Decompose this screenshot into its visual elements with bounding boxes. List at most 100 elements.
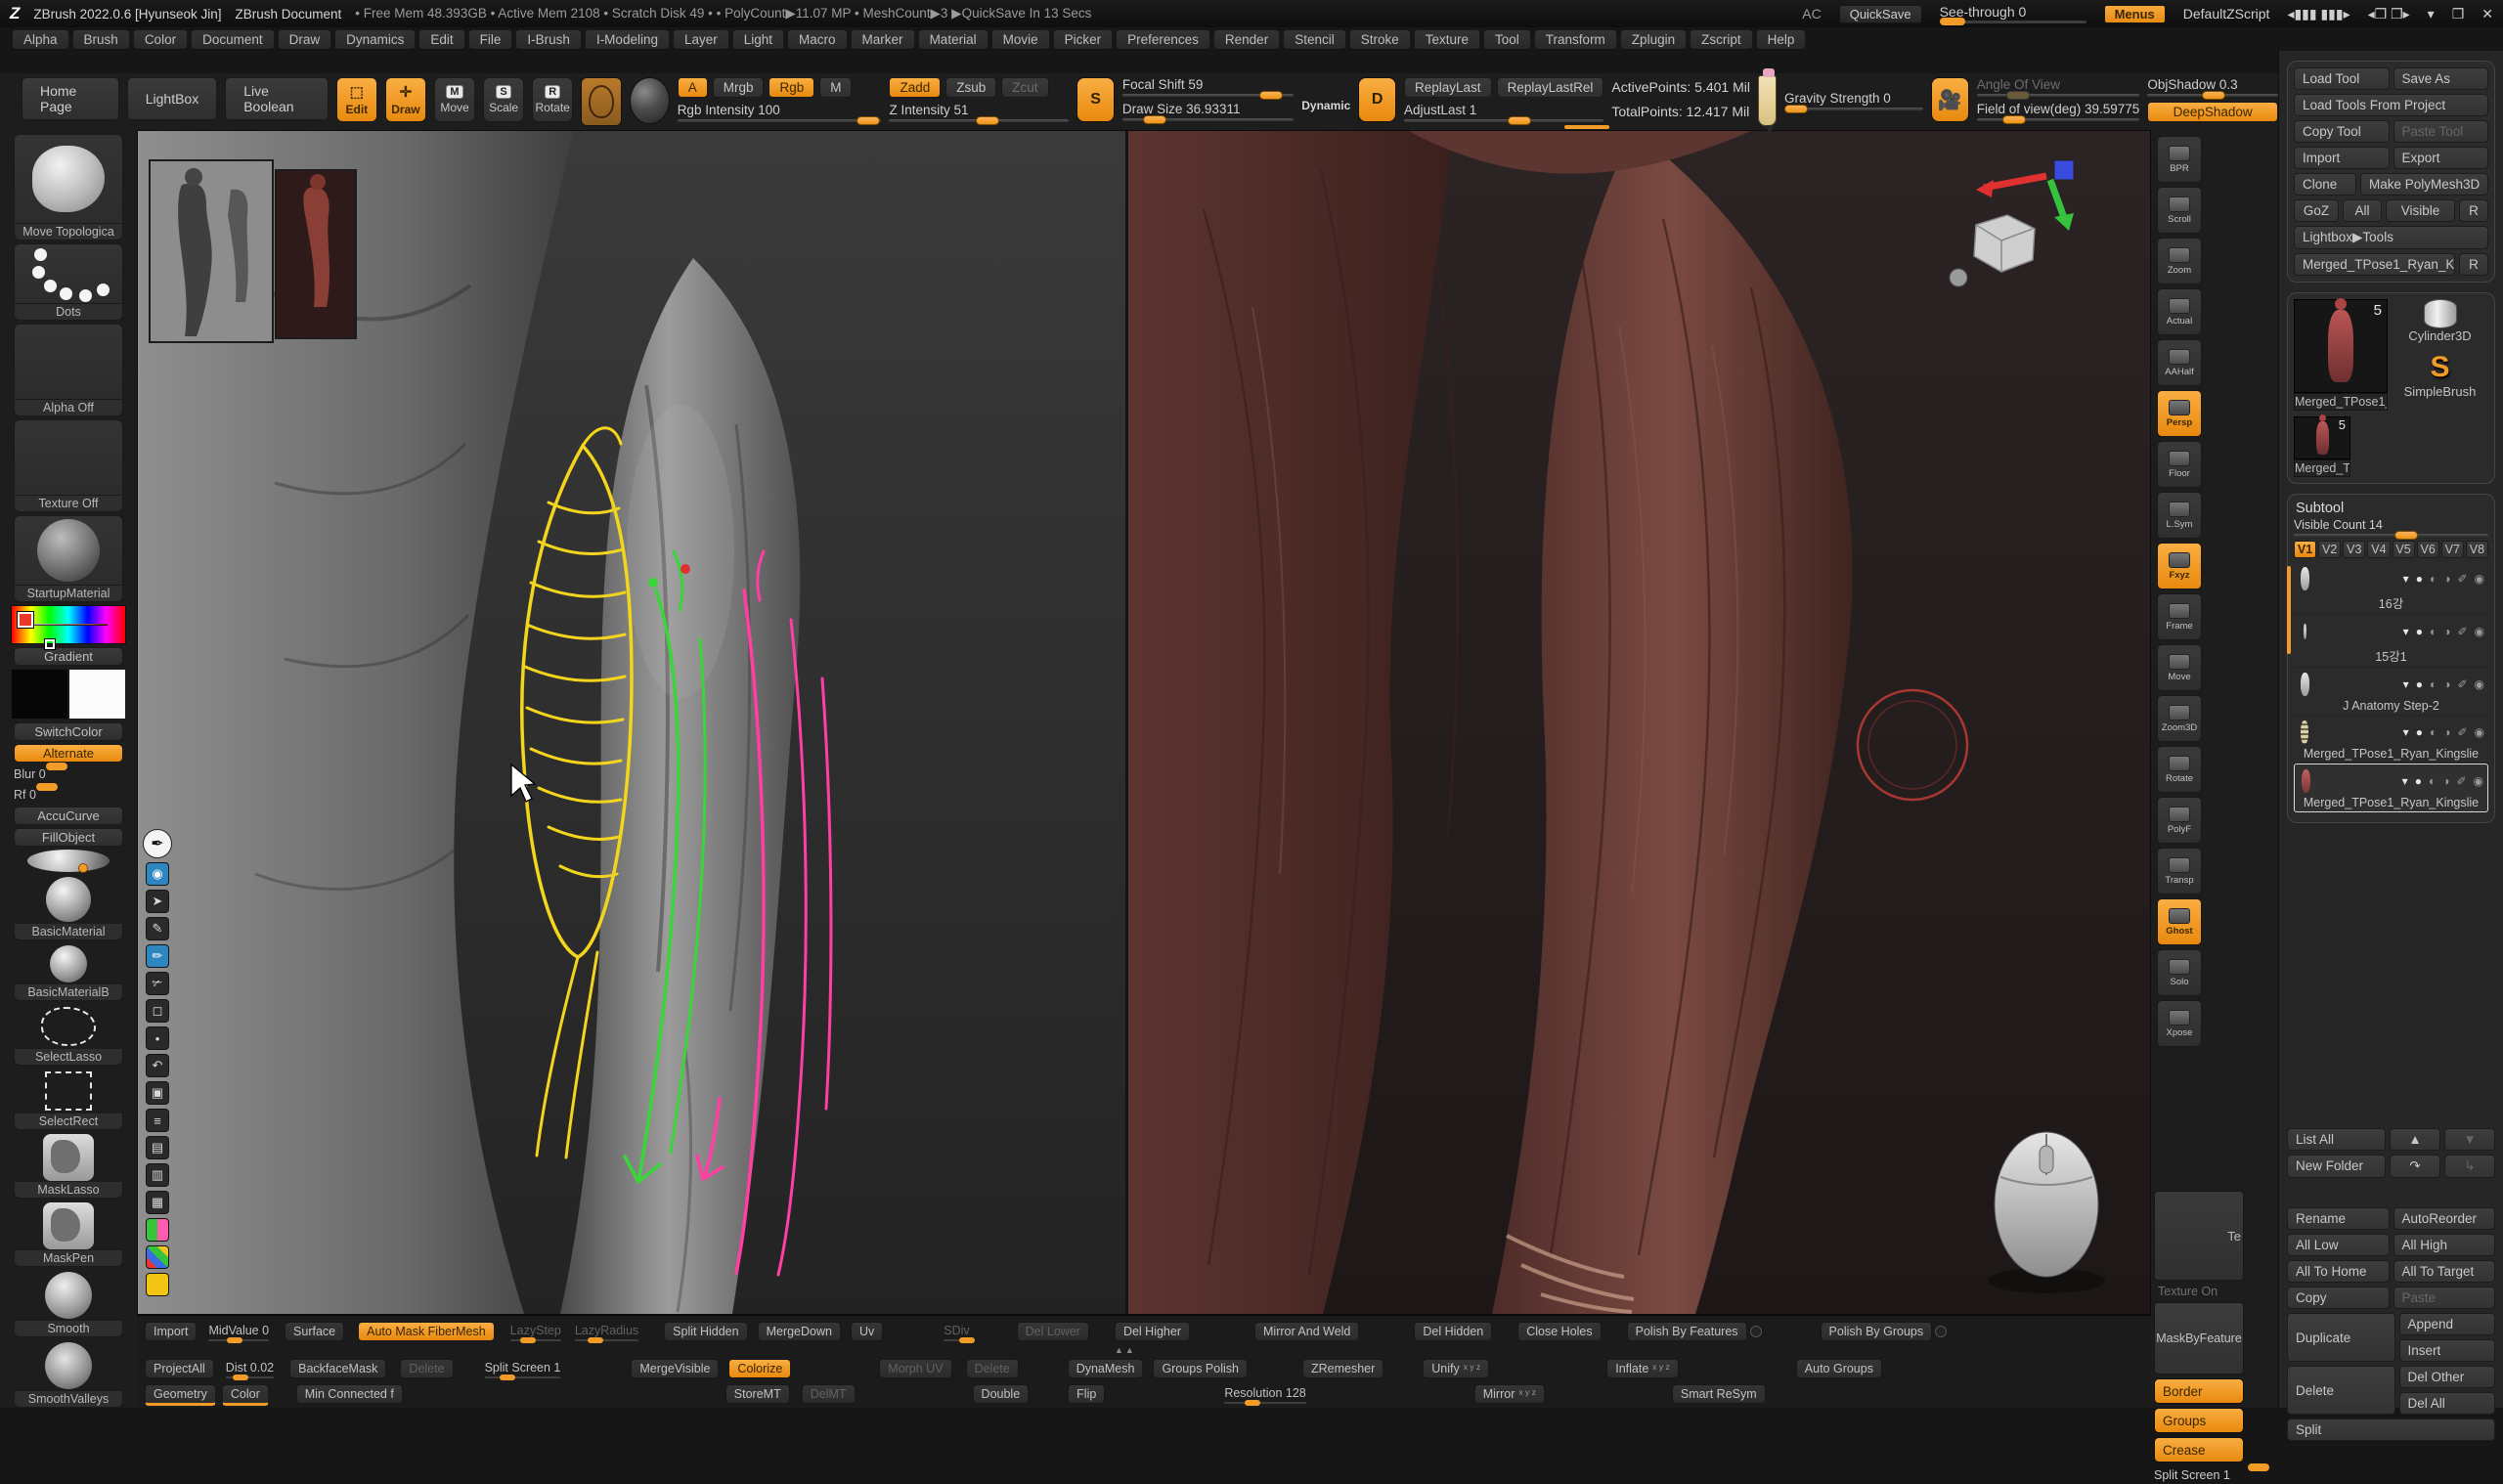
menu-tool[interactable]: Tool	[1483, 29, 1531, 50]
menu-zplugin[interactable]: Zplugin	[1620, 29, 1687, 50]
simplebrush-tool[interactable]: S SimpleBrush	[2404, 351, 2477, 399]
uv-half-icon[interactable]: ◑	[2443, 572, 2450, 586]
export-button[interactable]: Export	[2393, 147, 2489, 169]
right-shelf-solo[interactable]: Solo	[2157, 949, 2202, 996]
right-shelf-scroll[interactable]: Scroll	[2157, 187, 2202, 234]
bottom-delete-button[interactable]: Delete	[400, 1359, 453, 1378]
current-material-sphere[interactable]	[630, 77, 669, 124]
mask-lasso-item[interactable]: MaskLasso	[11, 1133, 126, 1199]
bottom-surface-button[interactable]: Surface	[285, 1322, 344, 1341]
bottom-mergevisible-button[interactable]: MergeVisible	[631, 1359, 719, 1378]
goz-all-button[interactable]: All	[2343, 199, 2382, 222]
bottom-flip-button[interactable]: Flip	[1068, 1384, 1105, 1404]
menu-file[interactable]: File	[468, 29, 513, 50]
subtool-tab-v1[interactable]: V1	[2294, 541, 2316, 558]
adjust-last-knob[interactable]	[1508, 116, 1531, 125]
gravity-strength-slider[interactable]: Gravity Strength 0	[1784, 91, 1923, 110]
bottom-polish-by-groups-toggle-circle[interactable]	[1935, 1326, 1947, 1337]
menu-movie[interactable]: Movie	[991, 29, 1050, 50]
m-toggle[interactable]: M	[819, 77, 852, 98]
draw-size-knob[interactable]	[1143, 115, 1166, 124]
accucurve-button[interactable]: AccuCurve	[14, 807, 123, 825]
smooth-item[interactable]: Smooth	[11, 1270, 126, 1337]
bottom-del-higher-button[interactable]: Del Higher	[1115, 1322, 1190, 1341]
scale-mode-button[interactable]: S Scale	[483, 77, 524, 122]
redo-arrow-icon[interactable]: ↷	[2390, 1155, 2440, 1178]
right-shelf-frame[interactable]: Frame	[2157, 593, 2202, 640]
menu-draw[interactable]: Draw	[278, 29, 332, 50]
bottom-sdiv-knob[interactable]	[959, 1337, 975, 1343]
brush-icon[interactable]: ✐	[2457, 572, 2467, 586]
bottom-lazystep-knob[interactable]	[520, 1337, 536, 1343]
see-through-knob[interactable]	[1940, 18, 1965, 25]
menus-button[interactable]: Menus	[2104, 5, 2166, 23]
blur-slider[interactable]: Blur 0	[14, 765, 123, 783]
bottom-resolution-128-knob[interactable]	[1245, 1400, 1260, 1406]
smooth-thumb[interactable]	[14, 1270, 123, 1321]
stroke-selector[interactable]: Dots	[11, 243, 126, 321]
clipboard-icon[interactable]: ▦	[146, 1191, 169, 1214]
select-rect-item[interactable]: SelectRect	[11, 1069, 126, 1130]
eye-icon[interactable]: ◉	[2475, 725, 2484, 739]
rename-button[interactable]: Rename	[2287, 1207, 2390, 1230]
bottom-auto-mask-fibermesh-button[interactable]: Auto Mask FiberMesh	[358, 1322, 495, 1341]
basic-material-item[interactable]: BasicMaterial	[11, 875, 126, 940]
tray-toggle-right-icon[interactable]: ◂❒ ❒▸	[2368, 6, 2410, 22]
printer-icon[interactable]: ≡	[146, 1109, 169, 1132]
default-zscript-label[interactable]: DefaultZScript	[2183, 6, 2270, 22]
menu-document[interactable]: Document	[191, 29, 275, 50]
dynamic-size-icon[interactable]: D	[1358, 77, 1396, 122]
focal-shift-slider[interactable]: Focal Shift 59	[1122, 77, 1294, 97]
bottom-close-holes-button[interactable]: Close Holes	[1517, 1322, 1601, 1341]
folder-caret-icon[interactable]: ▾	[2403, 725, 2409, 739]
split-screen-knob[interactable]	[2248, 1463, 2269, 1471]
adjust-last-slider[interactable]: AdjustLast 1	[1404, 103, 1603, 122]
bottom-delmt-button[interactable]: DelMT	[802, 1384, 856, 1404]
rgb-intensity-slider[interactable]: Rgb Intensity 100	[678, 103, 882, 122]
bottom-dist-0-02-slider[interactable]: Dist 0.02	[224, 1359, 276, 1380]
mask-pen-thumb[interactable]	[14, 1201, 123, 1250]
del-other-button[interactable]: Del Other	[2399, 1366, 2496, 1388]
texture-slot-thumbnail[interactable]: Te	[2154, 1191, 2244, 1281]
subtool-row[interactable]: ▾●◐◑✐◉J Anatomy Step-2	[2294, 668, 2488, 716]
menu-stroke[interactable]: Stroke	[1349, 29, 1411, 50]
right-shelf-zoom[interactable]: Zoom	[2157, 238, 2202, 284]
bottom-resolution-128-slider[interactable]: Resolution 128	[1222, 1384, 1307, 1406]
undo-icon[interactable]: ↶	[146, 1054, 169, 1077]
bottom-split-hidden-button[interactable]: Split Hidden	[664, 1322, 747, 1341]
bottom-min-connected-f-button[interactable]: Min Connected f	[296, 1384, 403, 1404]
texture-thumbnail[interactable]	[14, 419, 123, 496]
material-selector[interactable]: StartupMaterial	[11, 515, 126, 602]
bottom-zremesher-button[interactable]: ZRemesher	[1302, 1359, 1383, 1378]
bottom-split-screen-1-slider[interactable]: Split Screen 1	[483, 1359, 563, 1380]
folder-caret-icon[interactable]: ▾	[2403, 572, 2409, 586]
paste-tool-button[interactable]: Paste Tool	[2393, 120, 2489, 143]
menu-brush[interactable]: Brush	[72, 29, 130, 50]
eye-icon[interactable]: ◉	[2475, 572, 2484, 586]
bottom-color-button[interactable]: Color	[222, 1384, 269, 1406]
brush-icon[interactable]: ✐	[2457, 677, 2467, 691]
rf-knob[interactable]	[36, 783, 58, 791]
z-intensity-knob[interactable]	[976, 116, 999, 125]
lightbox-tools-button[interactable]: Lightbox▶Tools	[2294, 226, 2488, 249]
subtool-scrollbar[interactable]	[2287, 566, 2291, 654]
deep-shadow-button[interactable]: DeepShadow	[2147, 102, 2278, 122]
image-icon[interactable]: ▤	[146, 1136, 169, 1159]
smooth-valleys-thumb[interactable]	[14, 1340, 123, 1391]
bottom-mergedown-button[interactable]: MergeDown	[758, 1322, 841, 1341]
right-shelf-rotate[interactable]: Rotate	[2157, 746, 2202, 793]
bottom-polish-by-groups-button[interactable]: Polish By Groups	[1821, 1322, 1933, 1341]
bottom-lazyradius-knob[interactable]	[588, 1337, 603, 1343]
eye-icon[interactable]: ◉	[146, 862, 169, 886]
menu-help[interactable]: Help	[1756, 29, 1807, 50]
all-to-target-button[interactable]: All To Target	[2393, 1260, 2496, 1283]
menu-render[interactable]: Render	[1213, 29, 1280, 50]
duplicate-button[interactable]: Duplicate	[2287, 1313, 2395, 1362]
active-tool-thumbnail[interactable]: 5	[2294, 299, 2388, 393]
eye-icon[interactable]: ◉	[2474, 774, 2483, 788]
polypaint-half-icon[interactable]: ◐	[2430, 625, 2437, 638]
menu-i-modeling[interactable]: I-Modeling	[585, 29, 670, 50]
polypaint-dot-icon[interactable]: ●	[2416, 677, 2423, 691]
right-shelf-ghost[interactable]: Ghost	[2157, 898, 2202, 945]
menu-material[interactable]: Material	[918, 29, 988, 50]
